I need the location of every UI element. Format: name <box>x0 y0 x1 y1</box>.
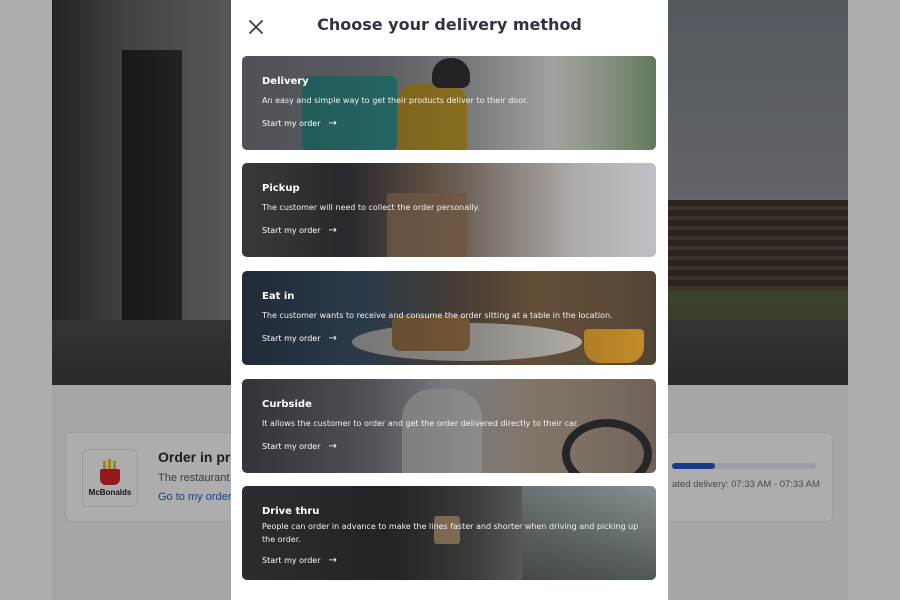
option-drive-thru[interactable]: Drive thru People can order in advance t… <box>242 486 656 580</box>
start-order-label: Start my order <box>262 334 321 343</box>
option-description: The customer will need to collect the or… <box>262 203 480 212</box>
option-eat-in[interactable]: Eat in The customer wants to receive and… <box>242 271 656 365</box>
option-title: Delivery <box>262 76 309 87</box>
start-order-button[interactable]: Start my order → <box>262 555 337 566</box>
start-order-label: Start my order <box>262 226 321 235</box>
arrow-right-icon: → <box>328 118 337 129</box>
start-order-label: Start my order <box>262 442 321 451</box>
option-title: Curbside <box>262 399 312 410</box>
option-curbside[interactable]: Curbside It allows the customer to order… <box>242 379 656 473</box>
start-order-button[interactable]: Start my order → <box>262 118 337 129</box>
option-description: It allows the customer to order and get … <box>262 419 579 428</box>
option-delivery[interactable]: Delivery An easy and simple way to get t… <box>242 56 656 150</box>
start-order-button[interactable]: Start my order → <box>262 225 337 236</box>
start-order-label: Start my order <box>262 556 321 565</box>
start-order-label: Start my order <box>262 119 321 128</box>
modal-title: Choose your delivery method <box>317 15 582 34</box>
option-title: Eat in <box>262 291 295 302</box>
arrow-right-icon: → <box>328 441 337 452</box>
option-description: People can order in advance to make the … <box>262 522 639 544</box>
delivery-method-modal: Choose your delivery method Delivery An … <box>231 0 668 600</box>
option-title: Pickup <box>262 183 300 194</box>
option-title: Drive thru <box>262 506 320 517</box>
option-pickup[interactable]: Pickup The customer will need to collect… <box>242 163 656 257</box>
arrow-right-icon: → <box>328 333 337 344</box>
arrow-right-icon: → <box>328 225 337 236</box>
start-order-button[interactable]: Start my order → <box>262 333 337 344</box>
option-description: An easy and simple way to get their prod… <box>262 96 529 105</box>
arrow-right-icon: → <box>328 555 337 566</box>
start-order-button[interactable]: Start my order → <box>262 441 337 452</box>
option-description: The customer wants to receive and consum… <box>262 311 613 320</box>
